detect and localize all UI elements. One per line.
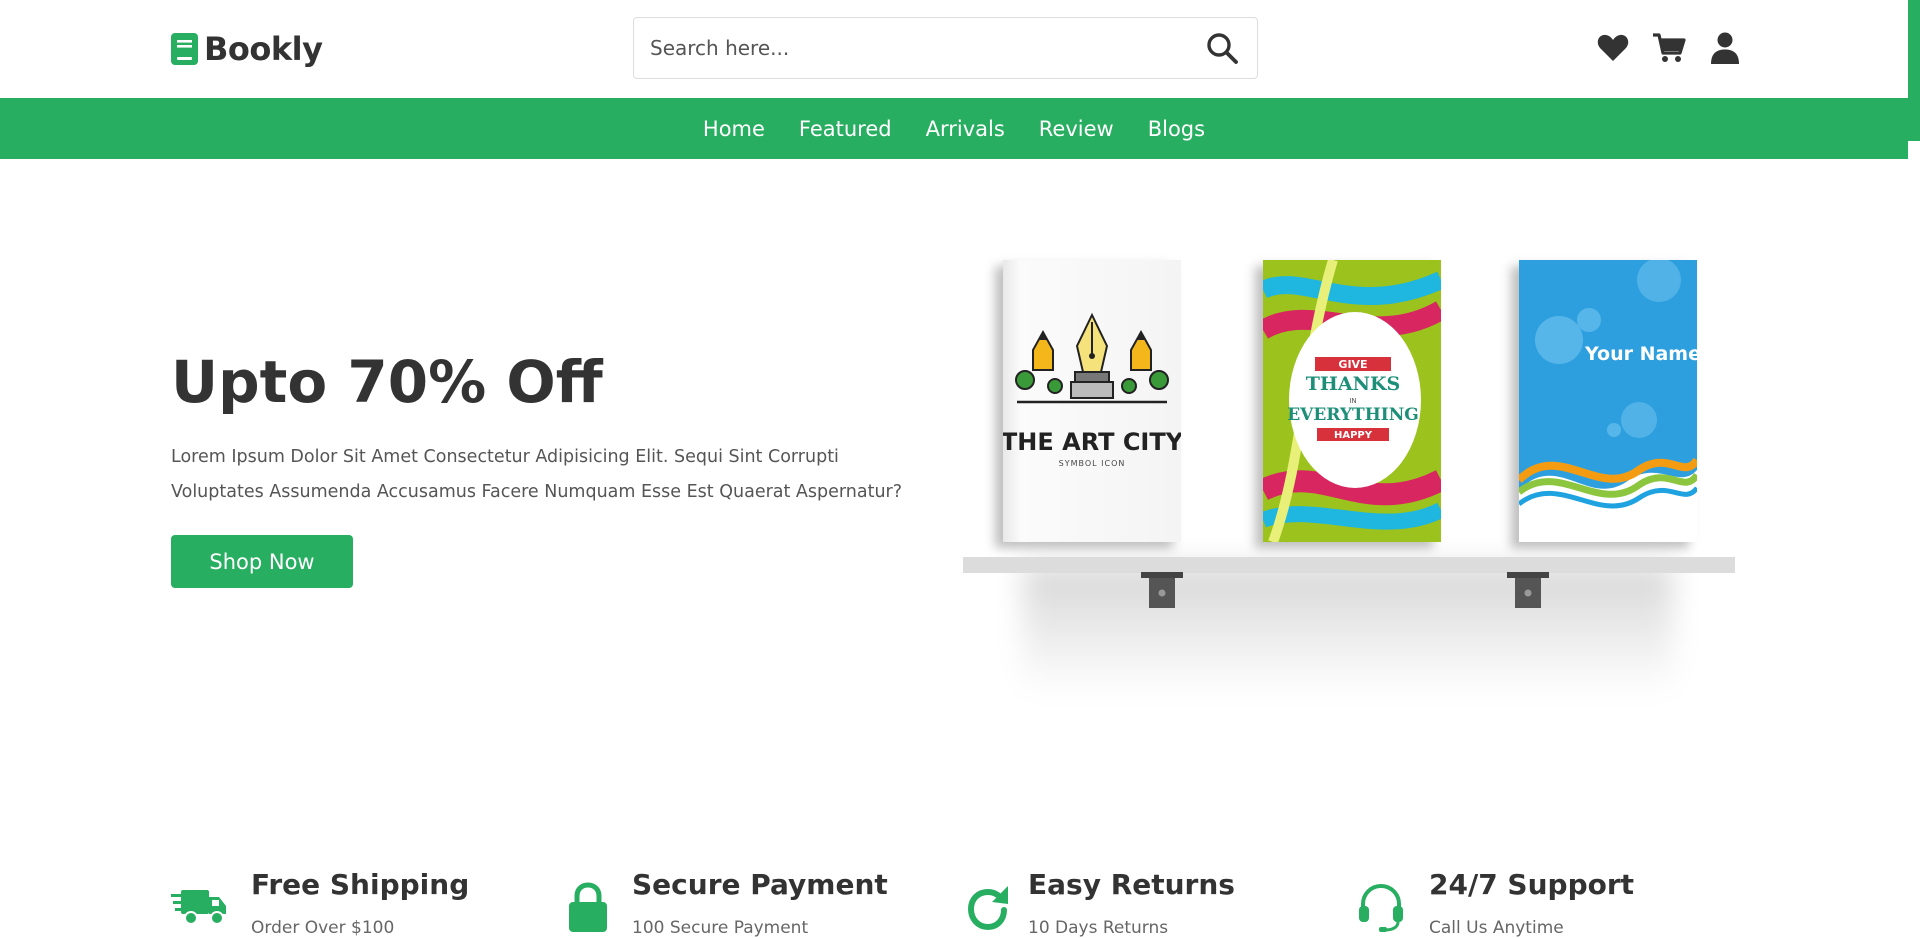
book-cover-your-name[interactable]: Your Name: [1519, 260, 1697, 542]
cart-icon[interactable]: [1652, 31, 1686, 65]
feature-subtitle: 10 Days Returns: [1028, 918, 1169, 938]
heart-icon[interactable]: [1596, 31, 1630, 65]
truck-icon: [171, 890, 226, 925]
site-header: Bookly: [0, 0, 1908, 98]
logo-link[interactable]: Bookly: [171, 30, 323, 68]
hero-description: Lorem Ipsum Dolor Sit Amet Consectetur A…: [171, 447, 903, 502]
main-nav: Home Featured Arrivals Review Blogs: [0, 98, 1908, 159]
search-input[interactable]: [634, 18, 1205, 78]
book1-title: THE ART CITY: [1003, 428, 1181, 456]
nav-blogs[interactable]: Blogs: [1148, 117, 1205, 141]
lock-icon: [569, 882, 607, 932]
feature-subtitle: Order Over $100: [251, 918, 395, 938]
nav-home[interactable]: Home: [703, 117, 765, 141]
redo-icon: [967, 886, 1008, 931]
shelf-bracket-right: [1507, 572, 1549, 608]
shelf-shadow: [1023, 565, 1673, 695]
book-shelf: THE ART CITY SYMBOL ICON GIVE THANKS IN …: [963, 250, 1735, 710]
feature-title: 24/7 Support: [1429, 868, 1635, 901]
book1-subtitle: SYMBOL ICON: [1059, 459, 1126, 468]
shelf-bracket-left: [1141, 572, 1183, 608]
shelf-board: [963, 557, 1735, 573]
book-cover-thanks[interactable]: GIVE THANKS IN EVERYTHING HAPPY: [1263, 260, 1441, 542]
shop-now-button[interactable]: Shop Now: [171, 535, 353, 588]
feature-title: Secure Payment: [632, 868, 888, 901]
hero-title: Upto 70% Off: [171, 348, 603, 416]
book2-line5: HAPPY: [1334, 430, 1373, 441]
search-form: [633, 17, 1258, 79]
header-icons: [1596, 31, 1742, 65]
nav-review[interactable]: Review: [1039, 117, 1114, 141]
book-icon: [171, 33, 198, 65]
book2-line2: THANKS: [1306, 373, 1400, 395]
feature-subtitle: 100 Secure Payment: [632, 918, 809, 938]
nav-arrivals[interactable]: Arrivals: [926, 117, 1005, 141]
feature-title: Easy Returns: [1028, 868, 1235, 901]
search-icon[interactable]: [1205, 31, 1239, 65]
book2-line3: IN: [1349, 397, 1356, 405]
book2-line1: GIVE: [1338, 358, 1367, 371]
nav-featured[interactable]: Featured: [799, 117, 892, 141]
scrollbar-thumb[interactable]: [1908, 0, 1920, 141]
book-cover-art-city[interactable]: THE ART CITY SYMBOL ICON: [1003, 260, 1181, 542]
book2-line4: EVERYTHING: [1287, 405, 1419, 425]
book3-title: Your Name: [1584, 343, 1697, 365]
user-icon[interactable]: [1708, 31, 1742, 65]
feature-subtitle: Call Us Anytime: [1429, 918, 1564, 938]
features-section: Free Shipping Order Over $100 Secure Pay…: [171, 862, 1751, 938]
logo-text: Bookly: [204, 30, 323, 68]
feature-title: Free Shipping: [251, 868, 470, 901]
headset-icon: [1359, 883, 1403, 932]
